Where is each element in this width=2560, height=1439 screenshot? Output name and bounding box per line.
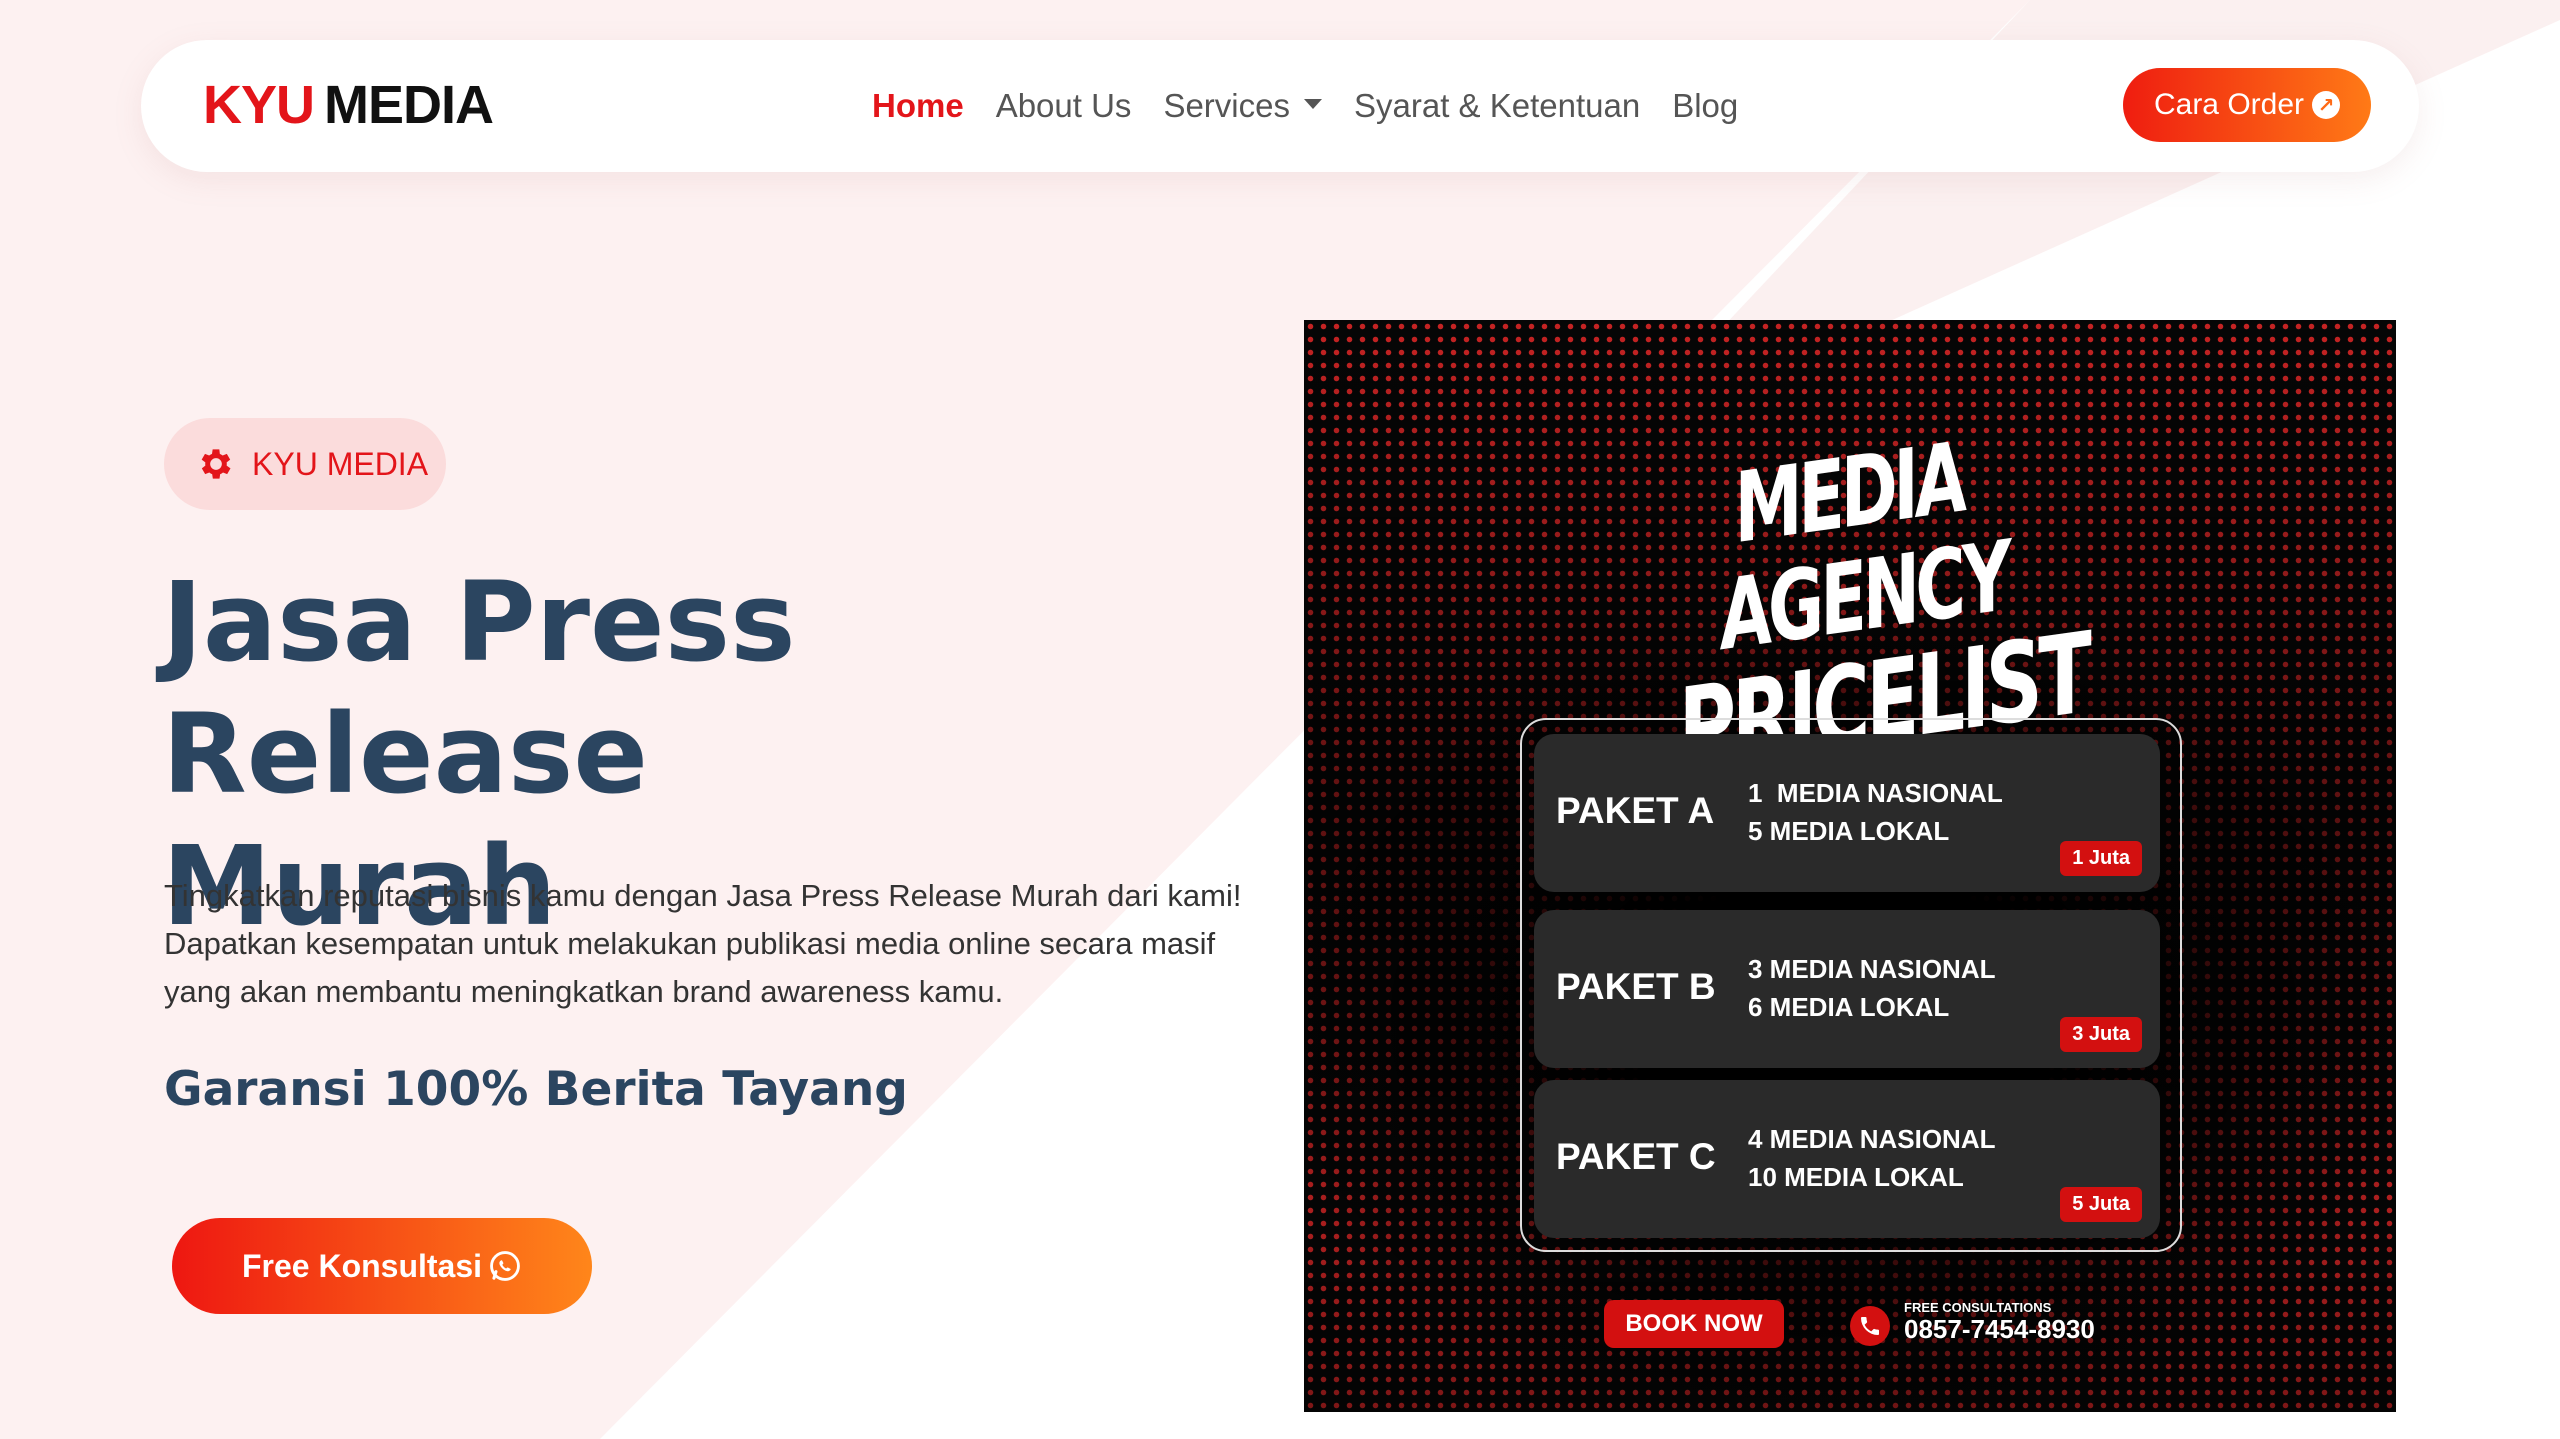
package-name: PAKET A [1556,790,1715,831]
package-line: 5 MEDIA LOKAL [1748,816,1950,846]
logo-media: MEDIA [324,75,494,135]
phone-icon [1850,1306,1890,1346]
nav-home[interactable]: Home [872,84,964,128]
gear-icon [201,449,231,479]
navbar: KYU MEDIA Home About Us Services Syarat &… [141,40,2419,172]
package-price: 1 Juta [2060,841,2142,876]
package-line: 3 MEDIA NASIONAL [1748,954,1996,984]
hero-description: Tingkatkan reputasi bisnis kamu dengan J… [164,878,1242,1009]
cara-order-button[interactable]: Cara Order ↗ [2123,68,2371,142]
package-name: PAKET B [1556,966,1716,1007]
logo-kyu: KYU [203,75,315,135]
pricelist-poster: MEDIA AGENCY PRICELIST PAKET A 1 MEDIA N… [1304,320,2396,1412]
nav-about-us[interactable]: About Us [996,84,1132,128]
package-details: 1 MEDIA NASIONAL 5 MEDIA LOKAL [1748,774,2003,850]
package-details: 3 MEDIA NASIONAL 6 MEDIA LOKAL [1748,950,1996,1026]
package-price: 3 Juta [2060,1017,2142,1052]
free-consultations-label: FREE CONSULTATIONS [1904,1300,2052,1315]
book-now-badge: BOOK NOW [1604,1300,1784,1348]
package-line: 4 MEDIA NASIONAL [1748,1124,1996,1154]
hero-title-line1: Jasa Press Release [162,558,796,818]
free-konsultasi-label: Free Konsultasi [241,1247,483,1284]
package-details: 4 MEDIA NASIONAL 10 MEDIA LOKAL [1748,1120,1996,1196]
hero-badge: KYU MEDIA [164,418,446,510]
nav-menu: Home About Us Services Syarat & Ketentua… [872,84,1770,128]
phone-glyph [1861,1317,1879,1335]
package-card-c: PAKET C 4 MEDIA NASIONAL 10 MEDIA LOKAL … [1534,1080,2160,1238]
cara-order-label: Cara Order [2153,88,2305,121]
hero-subtitle: Garansi 100% Berita Tayang [164,1062,908,1117]
phone-number: 0857-7454-8930 [1904,1314,2095,1344]
free-konsultasi-button[interactable]: Free Konsultasi [172,1218,592,1314]
logo[interactable]: KYU MEDIA [203,74,494,136]
badge-label: KYU MEDIA [252,445,429,482]
package-line: 1 MEDIA NASIONAL [1748,778,2003,808]
package-card-a: PAKET A 1 MEDIA NASIONAL 5 MEDIA LOKAL 1… [1534,734,2160,892]
nav-services[interactable]: Services [1163,84,1322,128]
package-line: 6 MEDIA LOKAL [1748,992,1950,1022]
package-name: PAKET C [1556,1136,1716,1177]
package-line: 10 MEDIA LOKAL [1748,1162,1964,1192]
chevron-down-icon [1303,99,1322,110]
nav-syarat-ketentuan[interactable]: Syarat & Ketentuan [1354,84,1640,128]
nav-services-label: Services [1163,87,1290,124]
nav-blog[interactable]: Blog [1672,84,1738,128]
package-card-b: PAKET B 3 MEDIA NASIONAL 6 MEDIA LOKAL 3… [1534,910,2160,1068]
arrow-up-right-icon: ↗ [2312,91,2341,119]
whatsapp-icon [490,1251,520,1281]
package-price: 5 Juta [2060,1187,2142,1222]
